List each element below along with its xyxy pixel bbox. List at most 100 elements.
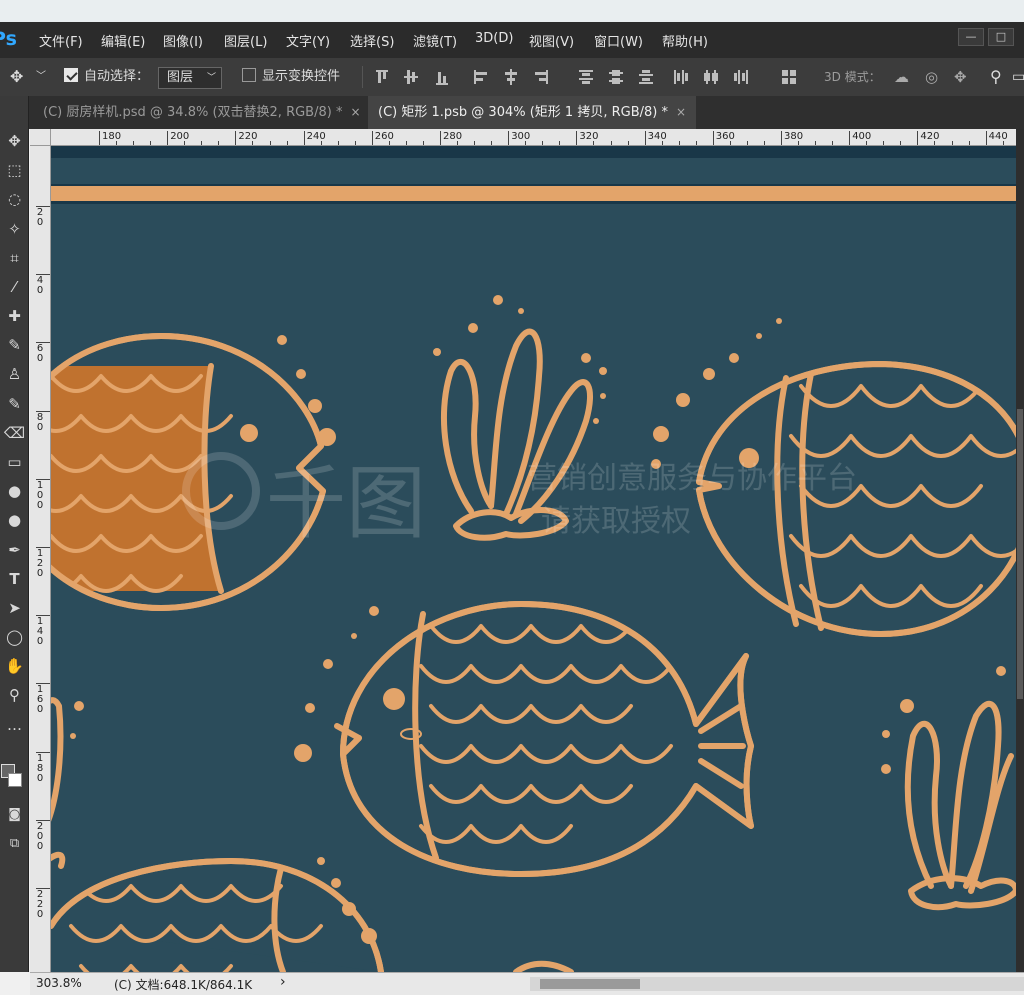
history-brush-tool-icon[interactable]: ✎: [0, 391, 29, 417]
distribute-vcenter-icon: [609, 70, 623, 84]
ruler-tick-label: 420: [920, 131, 940, 142]
roll-3d-icon[interactable]: ◎: [925, 58, 938, 96]
ruler-tick-label: 2 0: [36, 207, 44, 228]
blur-tool-icon[interactable]: ●: [0, 478, 29, 504]
pan-3d-icon[interactable]: ✥: [954, 58, 967, 96]
tab-label: (C) 厨房样机.psd @ 34.8% (双击替换2, RGB/8) *: [43, 105, 343, 120]
ruler-corner[interactable]: [30, 129, 51, 146]
show-transform-checkbox[interactable]: [242, 68, 256, 82]
divider: [362, 66, 363, 88]
menu-type[interactable]: 文字(Y): [286, 31, 330, 50]
menu-3d[interactable]: 3D(D): [475, 31, 513, 46]
horizontal-scrollbar[interactable]: [530, 977, 1024, 991]
ruler-minor-tick: [968, 141, 970, 145]
eraser-tool-icon[interactable]: ⌫: [0, 420, 29, 446]
eyedropper-tool-icon[interactable]: ⁄: [0, 274, 29, 300]
lasso-tool-icon[interactable]: ◌: [0, 186, 29, 212]
align-vcenter-icon: [404, 70, 418, 84]
menu-filter[interactable]: 滤镜(T): [413, 31, 457, 50]
marquee-tool-icon[interactable]: ⬚: [0, 157, 29, 183]
menu-file[interactable]: 文件(F): [39, 31, 83, 50]
horizontal-scroll-thumb[interactable]: [540, 979, 640, 989]
menu-edit[interactable]: 编辑(E): [101, 31, 145, 50]
tab-document-2[interactable]: (C) 矩形 1.psb @ 304% (矩形 1 拷贝, RGB/8) * ×: [368, 96, 697, 129]
ruler-major-tick: [99, 131, 100, 145]
type-tool-icon[interactable]: T: [0, 566, 29, 592]
ruler-tick-label: 200: [170, 131, 190, 142]
ruler-major-tick: [781, 131, 782, 145]
crop-tool-icon[interactable]: ⌗: [0, 245, 29, 271]
shape-tool-icon[interactable]: ◯: [0, 624, 29, 650]
zoom-level[interactable]: 303.8%: [36, 976, 82, 990]
menu-select[interactable]: 选择(S): [350, 31, 394, 50]
ruler-minor-tick: [542, 141, 544, 145]
ruler-tick-label: 180: [102, 131, 122, 142]
menu-view[interactable]: 视图(V): [529, 31, 574, 50]
ruler-tick-label: 380: [784, 131, 804, 142]
ruler-tick-label: 360: [715, 131, 735, 142]
workspace-icon[interactable]: ▭: [1012, 58, 1024, 96]
menu-help[interactable]: 帮助(H): [662, 31, 708, 50]
close-icon[interactable]: ×: [350, 105, 360, 119]
stamp-tool-icon[interactable]: ♙: [0, 361, 29, 387]
tab-document-1[interactable]: (C) 厨房样机.psd @ 34.8% (双击替换2, RGB/8) * ×: [33, 96, 371, 129]
menu-image[interactable]: 图像(I): [163, 31, 203, 50]
ruler-minor-tick: [934, 141, 936, 145]
quick-mask-icon[interactable]: ◙: [0, 802, 29, 828]
menu-layer[interactable]: 图层(L): [224, 31, 267, 50]
ruler-tick-label: 1 8 0: [36, 752, 44, 784]
ruler-tick-label: 1 0 0: [36, 479, 44, 511]
svg-text:千图: 千图: [266, 457, 426, 550]
vertical-ruler[interactable]: 2 0 4 0 6 0 8 0 1 0 0 1 2 0 1 4 0 1 6 0 1 8 0 2 0…: [30, 146, 51, 972]
orbit-3d-icon[interactable]: ☁: [894, 58, 909, 96]
screen-mode-icon[interactable]: ⧉: [0, 831, 29, 857]
vertical-scroll-thumb[interactable]: [1017, 409, 1023, 699]
chevron-down-icon: ﹀: [206, 73, 216, 83]
menu-window[interactable]: 窗口(W): [594, 31, 643, 50]
ruler-minor-tick: [354, 141, 356, 145]
ruler-major-tick: [917, 131, 919, 145]
ruler-tick-label: 400: [852, 131, 872, 142]
menu-bar: Ps 文件(F) 编辑(E) 图像(I) 图层(L) 文字(Y) 选择(S) 滤…: [0, 22, 1024, 58]
ruler-tick-label: 240: [306, 131, 326, 142]
hand-tool-icon[interactable]: ✋: [0, 653, 29, 679]
brush-tool-icon[interactable]: ✎: [0, 332, 29, 358]
vertical-scrollbar[interactable]: [1016, 129, 1024, 972]
pen-tool-icon[interactable]: ✒: [0, 537, 29, 563]
ruler-minor-tick: [593, 141, 595, 145]
gradient-tool-icon[interactable]: ▭: [0, 449, 29, 475]
dodge-tool-icon[interactable]: ●: [0, 507, 29, 533]
move-tool-icon[interactable]: ✥: [0, 128, 29, 154]
restore-button[interactable]: □: [988, 28, 1014, 46]
distribute-hcenter-icon: [704, 70, 718, 84]
ruler-minor-tick: [491, 141, 493, 145]
ruler-tick-label: 2 2 0: [36, 889, 44, 920]
ruler-minor-tick: [388, 141, 390, 145]
search-icon[interactable]: ⚲: [990, 58, 1002, 96]
ruler-major-tick: [167, 131, 169, 145]
ruler-minor-tick: [951, 141, 953, 145]
healing-tool-icon[interactable]: ✚: [0, 303, 29, 329]
status-menu-arrow[interactable]: ›: [280, 974, 286, 990]
magic-wand-tool-icon[interactable]: ✧: [0, 216, 29, 242]
minimize-button[interactable]: —: [958, 28, 984, 46]
chevron-down-icon[interactable]: ﹀: [36, 58, 46, 96]
options-bar: ✥ ﹀ 自动选择： 图层 ﹀ 显示变换控件 3D 模式： ☁ ◎ ✥ ⚲ ▭: [0, 58, 1024, 96]
ruler-minor-tick: [184, 141, 186, 145]
move-tool-icon[interactable]: ✥: [10, 58, 23, 96]
ruler-major-tick: [303, 131, 305, 145]
ruler-tick-label: 300: [511, 131, 531, 142]
zoom-tool-icon[interactable]: ⚲: [0, 682, 29, 708]
ruler-minor-tick: [746, 141, 748, 145]
more-tools-icon[interactable]: …: [0, 712, 29, 738]
auto-select-checkbox[interactable]: [64, 68, 78, 82]
path-select-tool-icon[interactable]: ➤: [0, 595, 29, 621]
close-icon[interactable]: ×: [676, 105, 686, 119]
ruler-tick-label: 280: [443, 131, 463, 142]
horizontal-ruler[interactable]: 180 200 220 240 260 280 300 320 340 360 380 400 420 4…: [51, 129, 1016, 146]
document-canvas[interactable]: 千图 营销创意服务与协作平台 请获取授权: [51, 146, 1016, 972]
distribute-right-icon: [734, 70, 748, 84]
ruler-tick-label: 6 0: [36, 343, 44, 365]
auto-select-dropdown[interactable]: 图层 ﹀: [158, 67, 222, 89]
background-color-swatch[interactable]: [8, 773, 22, 787]
